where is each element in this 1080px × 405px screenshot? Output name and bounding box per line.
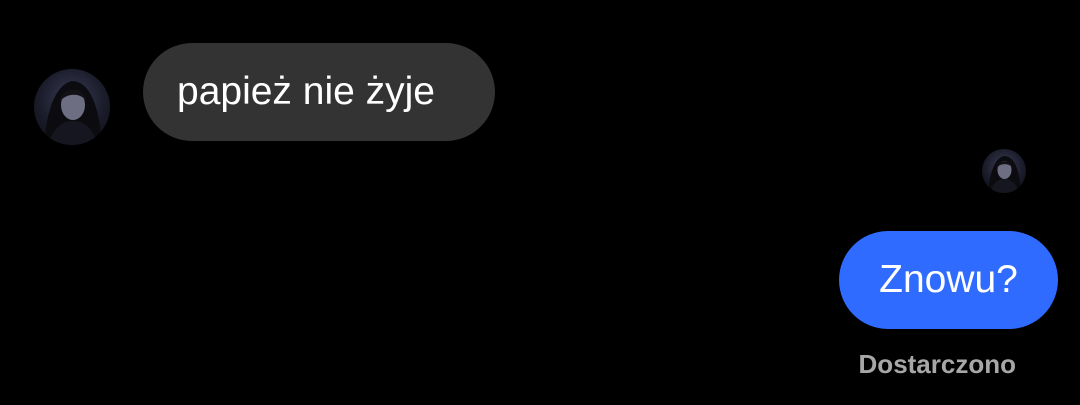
read-receipt-avatar: [982, 149, 1026, 193]
delivery-status: Dostarczono: [858, 349, 1016, 379]
contact-avatar-icon: [44, 81, 102, 145]
outgoing-message-bubble[interactable]: Znowu?: [839, 231, 1058, 329]
read-receipt-avatar-icon: [988, 156, 1021, 193]
outgoing-message-text: Znowu?: [879, 258, 1018, 301]
contact-avatar[interactable]: [34, 69, 110, 145]
incoming-message-text: papież nie żyje: [177, 70, 435, 113]
incoming-message-bubble[interactable]: papież nie żyje: [143, 43, 495, 141]
chat-thread: papież nie żyje Znowu? Dostarczono: [0, 0, 1080, 405]
